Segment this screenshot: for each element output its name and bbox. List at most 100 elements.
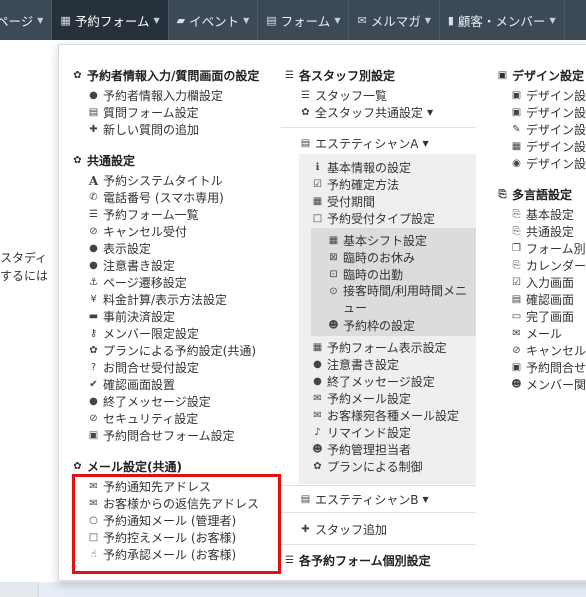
nav-mailmag[interactable]: ✉ メルマガ ▼ (349, 0, 440, 40)
picture-icon: ▣ (497, 70, 508, 81)
menu-item-phone-number[interactable]: ✆ 電話番号 (スマホ専用) (87, 189, 224, 206)
menu-item-basic-shift[interactable]: ▦ 基本シフト設定 (327, 232, 427, 249)
menu-item-accept-period[interactable]: ▦ 受付期間 (311, 193, 375, 210)
nav-event[interactable]: ▰ イベント ▼ (169, 0, 259, 40)
menu-item-reply-address[interactable]: ✉ お客様からの返信先アドレス (87, 495, 259, 512)
menu-item-copy-mail-customer[interactable]: □ 予約控えメール (お客様) (87, 529, 236, 546)
menu-item-plan-reservation[interactable]: ✿ プランによる予約設定(共通) (87, 342, 256, 359)
menu-item-notes-settings[interactable]: ● 注意書き設定 (87, 257, 175, 274)
list-alt-icon: ▤ (300, 138, 311, 149)
menu-item-confirm-screen[interactable]: ✔ 確認画面設置 (87, 376, 175, 393)
menu-item-lang-member[interactable]: ☻ メンバー関 (510, 376, 586, 393)
caret-down-icon: ▼ (422, 495, 429, 504)
thumbs-up-icon: ☝ (90, 549, 97, 560)
menu-item-lang-complete[interactable]: ▭ 完了画面 (510, 308, 574, 325)
nav-form[interactable]: ▤ フォーム ▼ (258, 0, 350, 40)
menu-item-form-display[interactable]: ▦ 予約フォーム表示設定 (311, 339, 447, 356)
check-circle-icon: ✔ (89, 379, 98, 390)
chevron-down-icon: ▼ (424, 15, 431, 25)
chevron-down-icon: ▼ (334, 15, 341, 25)
menu-item-lang-inquiry[interactable]: ▣ 予約問合せ (510, 359, 586, 376)
menu-item-inquiry-accept[interactable]: ? お問合せ受付設定 (87, 359, 199, 376)
menu-item-staff-list[interactable]: ☰ スタッフ一覧 (299, 87, 387, 104)
nav-customer-member-label: 顧客・メンバー (457, 13, 546, 29)
file-icon: □ (88, 532, 99, 543)
menu-item-system-title[interactable]: A 予約システムタイトル (87, 172, 223, 189)
menu-item-form-list[interactable]: ☰ 予約フォーム一覧 (87, 206, 199, 223)
menu-item-customer-info-fields[interactable]: ● 予約者情報入力欄設定 (87, 87, 223, 104)
menu-item-notify-address[interactable]: ✉ 予約通知先アドレス (87, 478, 211, 495)
menu-item-basic-info[interactable]: ℹ 基本情報の設定 (311, 159, 411, 176)
section-title-per-form-settings: ☰ 各予約フォーム個別設定 (283, 552, 431, 569)
menu-item-lang-mail[interactable]: ✉ メール (510, 325, 562, 342)
menu-item-accept-type[interactable]: □ 予約受付タイプ設定 (311, 210, 435, 227)
staff-toggle-esthetician-a[interactable]: ▤ エステティシャンA ▼ (299, 135, 429, 152)
menu-item-lang-confirm[interactable]: ▤ 確認画面 (510, 291, 574, 308)
menu-item-remind[interactable]: ♪ リマインド設定 (311, 424, 411, 441)
chevron-down-icon: ▼ (153, 15, 160, 25)
menu-item-slot-settings[interactable]: ☻ 予約枠の設定 (327, 317, 415, 334)
menu-item-confirm-method[interactable]: ☑ 予約確定方法 (311, 176, 399, 193)
menu-item-customer-mails[interactable]: ✉ お客様宛各種メール設定 (311, 407, 459, 424)
menu-item-security[interactable]: ⊘ セキュリティ設定 (87, 410, 198, 427)
menu-item-fee-calculation[interactable]: ¥ 料金計算/表示方法設定 (87, 291, 227, 308)
menu-item-manager[interactable]: ☻ 予約管理担当者 (311, 441, 411, 458)
menu-item-end-message[interactable]: ● 終了メッセージ設定 (87, 393, 211, 410)
menu-item-design-5[interactable]: ◉ デザイン設 (510, 155, 586, 172)
separator (281, 544, 476, 545)
menu-item-prepayment[interactable]: ▬ 事前決済設定 (87, 308, 175, 325)
background-text-line2: するには (0, 269, 49, 283)
comment-icon: ● (89, 396, 98, 407)
menu-item-temp-work[interactable]: ⊡ 臨時の出勤 (327, 266, 403, 283)
calendar-icon: ▦ (60, 13, 71, 27)
menu-item-design-1[interactable]: ▣ デザイン設 (510, 87, 586, 104)
menu-item-add-question[interactable]: ✚ 新しい質問の追加 (87, 121, 199, 138)
menu-item-cancel-accept[interactable]: ⊘ キャンセル受付 (87, 223, 187, 240)
menu-item-lang-common[interactable]: ⎘ 共通設定 (510, 223, 575, 240)
list-icon: ☰ (285, 555, 294, 566)
menu-item-lang-per-form[interactable]: ❐ フォーム別 (510, 240, 586, 257)
info-circle-icon: ℹ (315, 162, 320, 173)
menu-item-lang-input[interactable]: ☑ 入力画面 (510, 274, 574, 291)
menu-item-service-time[interactable]: ⊙ 接客時間/利用時間メニュー (327, 283, 473, 317)
menu-item-staff-end-message[interactable]: ● 終了メッセージ設定 (311, 373, 435, 390)
menu-item-member-only[interactable]: ⚷ メンバー限定設定 (87, 325, 199, 342)
envelope-icon: ✉ (512, 328, 521, 339)
menu-item-page-transition[interactable]: ⚓ ページ遷移設定 (87, 274, 187, 291)
staff-toggle-esthetician-b[interactable]: ▤ エステティシャンB ▼ (299, 491, 429, 508)
background-footer-panel (38, 582, 586, 597)
add-staff-button[interactable]: ✚ スタッフ追加 (299, 521, 387, 538)
nav-reservation-form[interactable]: ▦ 予約フォーム ▼ (52, 0, 169, 40)
square-icon: □ (312, 213, 323, 224)
menu-item-approval-mail-customer[interactable]: ☝ 予約承認メール (お客様) (87, 546, 236, 563)
menu-item-all-staff-common[interactable]: ✿ 全スタッフ共通設定 ▼ (299, 104, 433, 121)
menu-item-lang-basic[interactable]: ⎘ 基本設定 (510, 206, 575, 223)
list-icon: ☰ (285, 70, 294, 81)
nav-customer-member[interactable]: ▮ 顧客・メンバー ▼ (440, 0, 565, 40)
nav-page-label: ページ (0, 13, 34, 29)
picture-icon: ▣ (511, 90, 522, 101)
nav-page[interactable]: ページ ▼ (0, 0, 53, 40)
menu-item-lang-calendar[interactable]: ⎘ カレンダー (510, 257, 586, 274)
menu-item-lang-cancel[interactable]: ⊘ キャンセル (510, 342, 586, 359)
menu-item-staff-notes[interactable]: ● 注意書き設定 (311, 356, 399, 373)
nav-form-label: フォーム (280, 13, 331, 29)
menu-item-temp-holiday[interactable]: ⊠ 臨時のお休み (327, 249, 415, 266)
anchor-icon: ⚓ (89, 277, 98, 288)
brush-icon: ✎ (512, 124, 521, 135)
background-text-line1: スタディ (0, 251, 48, 265)
menu-item-display-settings[interactable]: ● 表示設定 (87, 240, 151, 257)
language-icon: ⎘ (498, 189, 507, 200)
menu-item-design-4[interactable]: ▦ デザイン設 (510, 138, 586, 155)
separator (281, 485, 476, 486)
menu-item-question-form[interactable]: ▤ 質問フォーム設定 (87, 104, 199, 121)
ban-icon: ⊘ (512, 345, 521, 356)
menu-item-design-2[interactable]: ▣ デザイン設 (510, 104, 586, 121)
comment-icon: ● (313, 359, 322, 370)
menu-item-inquiry-form[interactable]: ▣ 予約問合せフォーム設定 (87, 427, 235, 444)
menu-item-design-3[interactable]: ✎ デザイン設 (510, 121, 586, 138)
clone-icon: ❐ (512, 243, 521, 254)
menu-item-plan-control[interactable]: ✿ プランによる制御 (311, 458, 422, 475)
menu-item-notify-mail-admin[interactable]: ○ 予約通知メール (管理者) (87, 512, 236, 529)
menu-item-reservation-mail[interactable]: ✉ 予約メール設定 (311, 390, 411, 407)
